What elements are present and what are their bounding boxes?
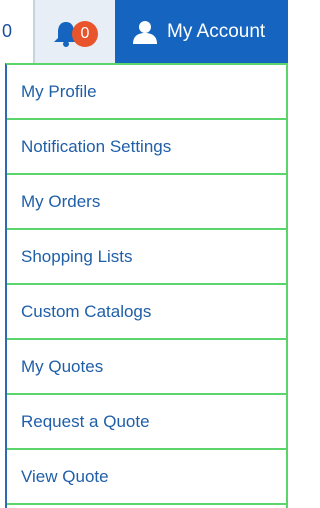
menu-item-label: Shopping Lists <box>21 246 133 266</box>
top-navigation-bar: 0 0 My Account <box>0 0 288 63</box>
my-account-button[interactable]: My Account <box>115 0 288 63</box>
menu-item-request-a-quote[interactable]: Request a Quote <box>7 395 286 450</box>
menu-item-label: View Quote <box>21 466 109 486</box>
my-account-label: My Account <box>167 20 266 42</box>
menu-item-label: Request a Quote <box>21 411 150 431</box>
previous-nav-item-label: 0 <box>2 21 13 41</box>
menu-item-my-profile[interactable]: My Profile <box>7 65 286 120</box>
notifications-button[interactable]: 0 <box>35 0 115 63</box>
menu-item-label: My Profile <box>21 81 97 101</box>
user-icon <box>133 20 157 44</box>
account-dropdown-menu: My Profile Notification Settings My Orde… <box>5 63 288 508</box>
menu-item-label: My Quotes <box>21 356 104 376</box>
menu-item-label: Custom Catalogs <box>21 301 152 321</box>
menu-item-custom-catalogs[interactable]: Custom Catalogs <box>7 285 286 340</box>
menu-item-my-quotes[interactable]: My Quotes <box>7 340 286 395</box>
menu-item-notification-settings[interactable]: Notification Settings <box>7 120 286 175</box>
previous-nav-item[interactable]: 0 <box>0 0 35 63</box>
menu-item-label: My Orders <box>21 191 101 211</box>
menu-item-view-quote[interactable]: View Quote <box>7 450 286 505</box>
notification-count-badge: 0 <box>72 20 98 47</box>
menu-item-shopping-lists[interactable]: Shopping Lists <box>7 230 286 285</box>
menu-item-my-orders[interactable]: My Orders <box>7 175 286 230</box>
menu-item-label: Notification Settings <box>21 136 172 156</box>
